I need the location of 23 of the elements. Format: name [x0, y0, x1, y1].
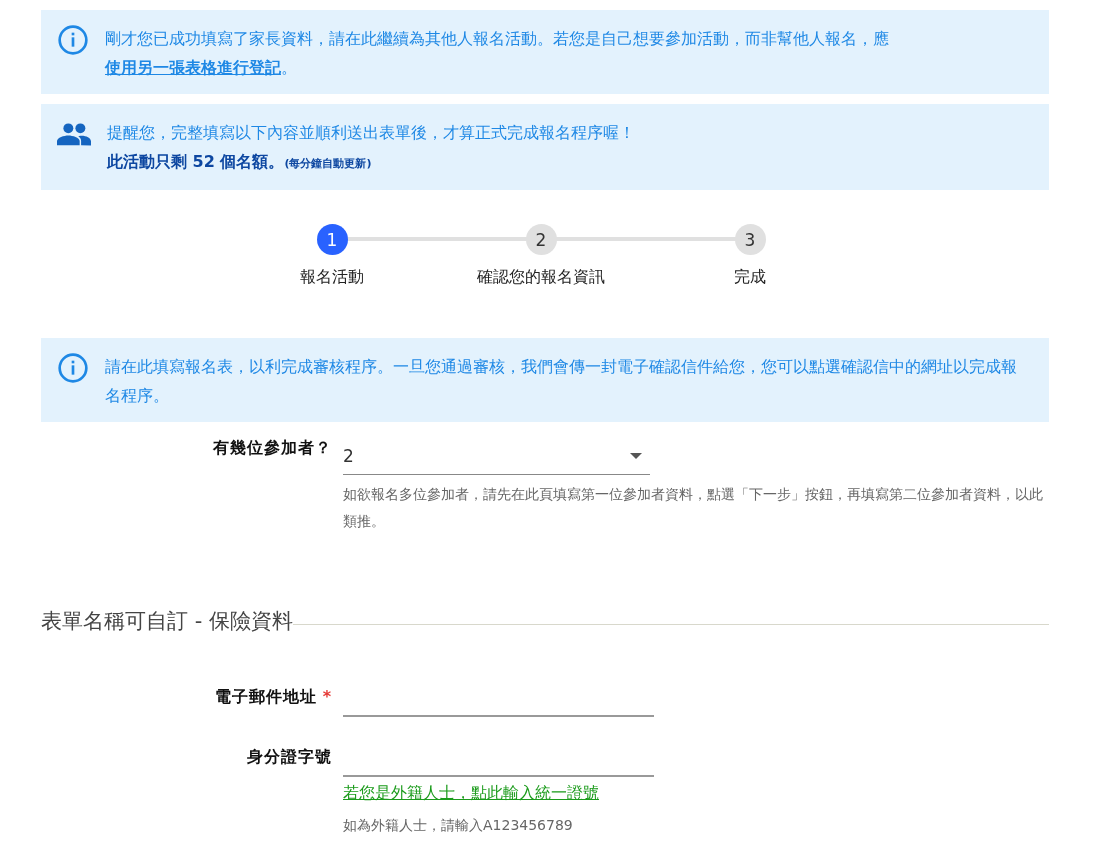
- field-label: 有幾位參加者？: [213, 437, 332, 459]
- notice-text: 請在此填寫報名表，以利完成審核程序。一旦您通過審核，我們會傳一封電子確認信件給您，您可以點選確認信中的網址以完成報名程序。: [105, 356, 1018, 407]
- reminder-text: 提醒您，完整填寫以下內容並順利送出表單後，才算正式完成報名程序喔！: [107, 122, 635, 144]
- step-label: 確認您的報名資訊: [477, 267, 605, 288]
- step-label: 完成: [734, 267, 766, 288]
- help-text: 如為外籍人士，請輸入A123456789: [343, 816, 574, 835]
- field-label: 身分證字號: [247, 746, 332, 768]
- form-link[interactable]: 使用另一張表格進行登記: [105, 58, 281, 77]
- step-number: 2: [525, 224, 557, 255]
- participants-select[interactable]: 2: [343, 434, 650, 475]
- step-label: 報名活動: [300, 267, 364, 288]
- dropdown-caret-icon: [630, 453, 642, 459]
- section-title: 表單名稱可自訂 - 保險資料: [41, 608, 293, 635]
- notice-text: 剛才您已成功填寫了家長資料，請在此繼續為其他人報名活動。若您是自己想要參加活動，而非幫他人報名，應 使用另一張表格進行登記。: [105, 28, 890, 79]
- step-number: 3: [734, 224, 766, 255]
- help-text: 如欲報名多位參加者，請先在此頁填寫第一位參加者資料，點選「下一步」按鈕，再填寫第二位參加者資料，以此類推。: [343, 485, 1044, 531]
- foreign-id-link[interactable]: 若您是外籍人士，點此輸入統一證號: [343, 783, 650, 804]
- step-number: 1: [316, 224, 348, 255]
- info-icon: [57, 352, 89, 384]
- quota-text: 此活動只剩 52 個名額。(每分鐘自動更新): [107, 151, 373, 173]
- people-icon: [57, 122, 91, 146]
- info-icon: [57, 24, 89, 56]
- field-label: 電子郵件地址 *: [214, 686, 332, 708]
